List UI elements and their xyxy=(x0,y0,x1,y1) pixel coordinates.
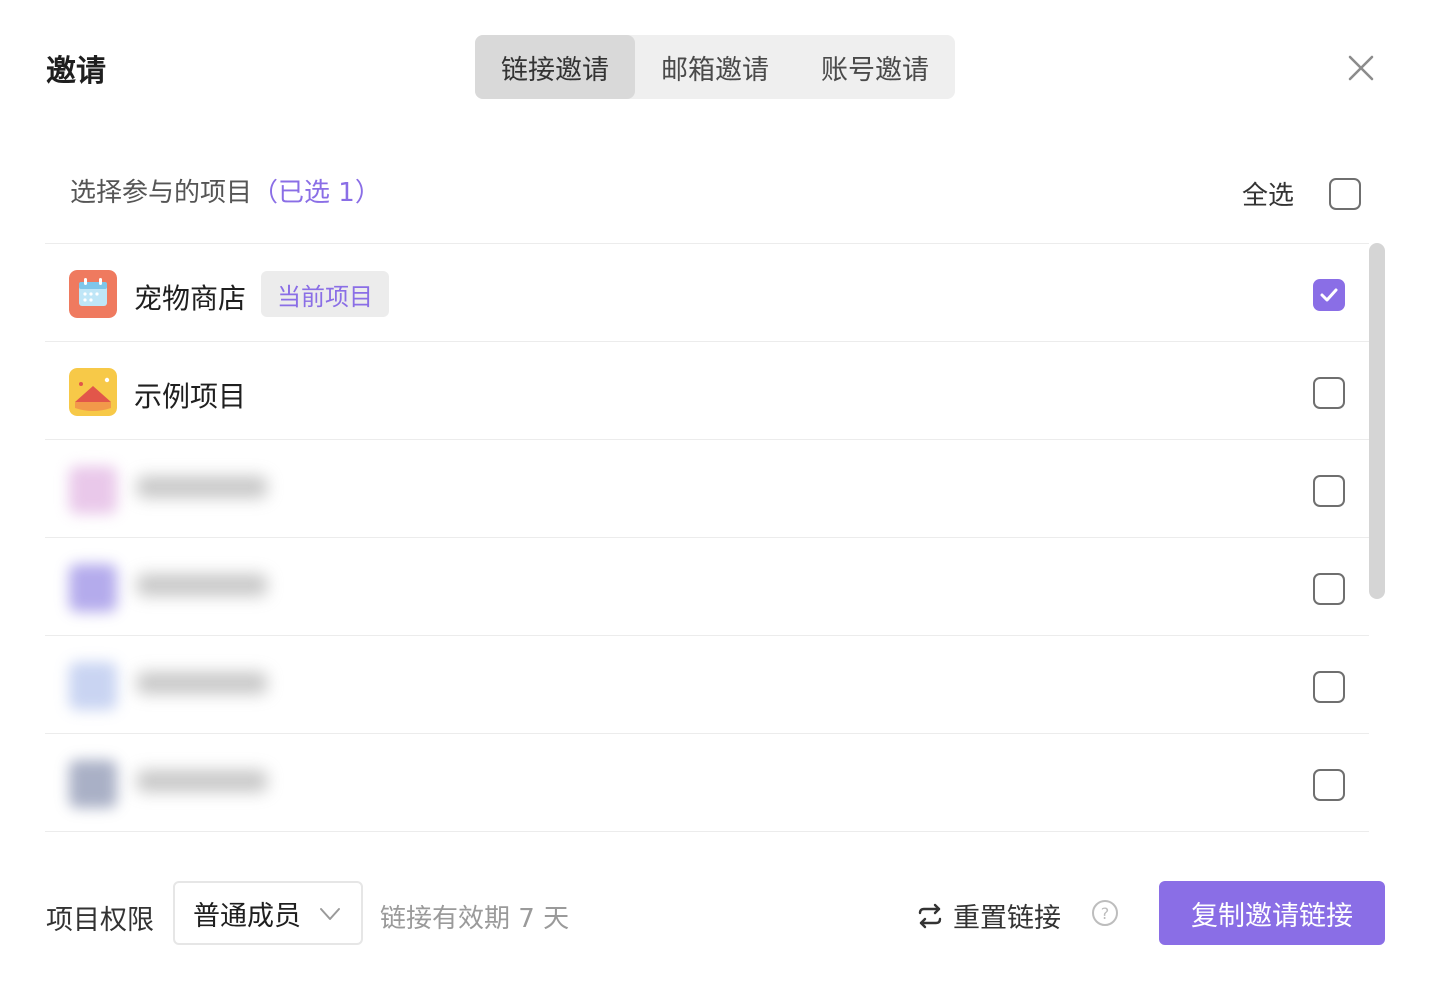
hidden-project-name xyxy=(137,770,267,792)
project-name: 示例项目 xyxy=(134,380,247,413)
project-list: 宠物商店 当前项目 示例项目 xyxy=(45,243,1369,832)
role-select[interactable]: 普通成员 xyxy=(173,881,363,945)
project-row[interactable]: 示例项目 xyxy=(45,342,1369,440)
hidden-project-name xyxy=(137,672,267,694)
hidden-project-name xyxy=(137,476,267,498)
project-row[interactable]: 宠物商店 当前项目 xyxy=(45,244,1369,342)
refresh-icon xyxy=(918,903,942,928)
reset-link-button[interactable]: 重置链接 xyxy=(915,896,1061,935)
invite-tabs: 链接邀请 邮箱邀请 账号邀请 xyxy=(475,35,955,99)
permission-label: 项目权限 xyxy=(46,905,154,936)
link-validity-text: 链接有效期 7 天 xyxy=(380,904,570,934)
copy-invite-link-button[interactable]: 复制邀请链接 xyxy=(1159,881,1385,945)
dialog-title: 邀请 xyxy=(46,54,106,89)
role-select-value: 普通成员 xyxy=(193,900,301,932)
landscape-icon xyxy=(69,368,117,416)
tab-account-invite[interactable]: 账号邀请 xyxy=(795,35,955,99)
list-scrollbar[interactable] xyxy=(1369,243,1385,599)
current-project-badge: 当前项目 xyxy=(261,271,389,317)
reset-link-label: 重置链接 xyxy=(953,903,1061,934)
help-icon[interactable]: ? xyxy=(1092,900,1118,926)
hidden-project-name xyxy=(137,574,267,596)
project-checkbox[interactable] xyxy=(1313,475,1345,507)
invite-dialog: 邀请 链接邀请 邮箱邀请 账号邀请 选择参与的项目（已选 1） 全选 宠物商店 … xyxy=(0,0,1429,987)
calendar-icon xyxy=(69,270,117,318)
select-all-checkbox[interactable] xyxy=(1329,178,1361,210)
project-checkbox[interactable] xyxy=(1313,377,1345,409)
project-name: 宠物商店 xyxy=(134,282,247,315)
selected-count: （已选 1） xyxy=(252,178,381,208)
project-checkbox[interactable] xyxy=(1313,573,1345,605)
project-icon xyxy=(69,564,117,612)
chevron-down-icon xyxy=(320,908,340,920)
project-row[interactable] xyxy=(45,636,1369,734)
project-icon xyxy=(69,466,117,514)
project-checkbox[interactable] xyxy=(1313,279,1345,311)
project-row[interactable] xyxy=(45,538,1369,636)
project-section-label: 选择参与的项目 xyxy=(70,178,253,208)
project-checkbox[interactable] xyxy=(1313,769,1345,801)
project-section-heading: 选择参与的项目（已选 1） xyxy=(70,172,381,209)
select-all-label: 全选 xyxy=(1242,181,1295,211)
project-row[interactable] xyxy=(45,734,1369,832)
project-icon xyxy=(69,760,117,808)
project-icon xyxy=(69,662,117,710)
project-checkbox[interactable] xyxy=(1313,671,1345,703)
tab-email-invite[interactable]: 邮箱邀请 xyxy=(635,35,795,99)
close-icon[interactable] xyxy=(1343,50,1379,86)
project-row[interactable] xyxy=(45,440,1369,538)
tab-link-invite[interactable]: 链接邀请 xyxy=(475,35,635,99)
